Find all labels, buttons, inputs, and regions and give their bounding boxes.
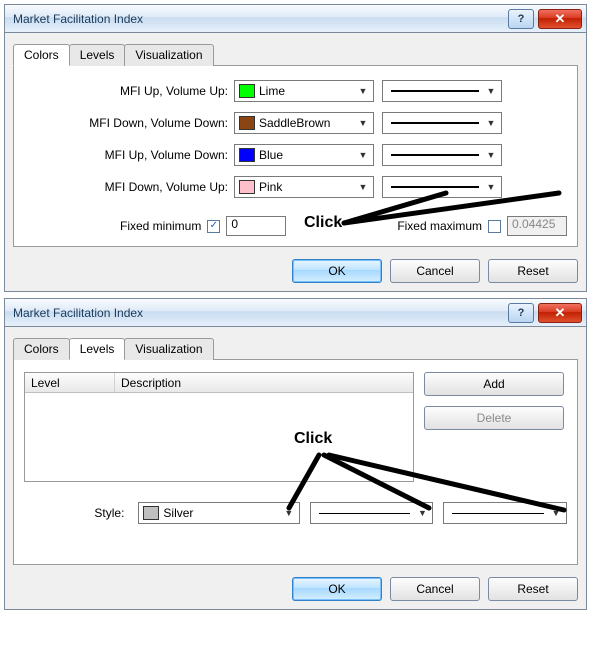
row-label: MFI Down, Volume Down: bbox=[24, 116, 234, 130]
color-row-mfi-up-vol-down: MFI Up, Volume Down: Blue ▼ ▼ bbox=[24, 144, 567, 166]
line-width-select[interactable]: ▼ bbox=[382, 112, 502, 134]
color-swatch-icon bbox=[143, 506, 159, 520]
color-name: SaddleBrown bbox=[259, 116, 355, 130]
color-select[interactable]: Pink ▼ bbox=[234, 176, 374, 198]
fixed-max-input[interactable]: 0.04425 bbox=[507, 216, 567, 236]
dialog-body: Colors Levels Visualization Level Descri… bbox=[5, 327, 586, 609]
row-label: MFI Down, Volume Up: bbox=[24, 180, 234, 194]
color-name: Blue bbox=[259, 148, 355, 162]
close-button[interactable]: ✕ bbox=[538, 9, 582, 29]
cancel-button[interactable]: Cancel bbox=[390, 577, 480, 601]
line-sample-icon bbox=[391, 90, 479, 92]
window-title: Market Facilitation Index bbox=[13, 306, 508, 320]
style-color-name: Silver bbox=[163, 506, 280, 520]
tab-visualization[interactable]: Visualization bbox=[124, 44, 213, 66]
style-row: Style: Silver ▼ ▼ ▼ bbox=[24, 502, 567, 524]
titlebar[interactable]: Market Facilitation Index ? ✕ bbox=[5, 5, 586, 33]
color-swatch-icon bbox=[239, 84, 255, 98]
chevron-down-icon: ▼ bbox=[355, 150, 371, 160]
line-sample-icon bbox=[391, 122, 479, 124]
color-row-mfi-up-vol-up: MFI Up, Volume Up: Lime ▼ ▼ bbox=[24, 80, 567, 102]
color-select[interactable]: Lime ▼ bbox=[234, 80, 374, 102]
dialog-button-row: OK Cancel Reset bbox=[13, 577, 578, 601]
window-title: Market Facilitation Index bbox=[13, 12, 508, 26]
chevron-down-icon: ▼ bbox=[548, 508, 564, 518]
fixed-min-checkbox[interactable]: ✓ bbox=[207, 220, 220, 233]
line-sample-icon bbox=[391, 186, 479, 188]
reset-button[interactable]: Reset bbox=[488, 577, 578, 601]
levels-buttons: Add Delete bbox=[424, 372, 564, 482]
ok-button[interactable]: OK bbox=[292, 259, 382, 283]
levels-top-area: Level Description Add Delete bbox=[24, 372, 567, 482]
fixed-min-input[interactable]: 0 bbox=[226, 216, 286, 236]
levels-panel: Level Description Add Delete Style: Silv… bbox=[13, 359, 578, 565]
color-select[interactable]: SaddleBrown ▼ bbox=[234, 112, 374, 134]
col-description[interactable]: Description bbox=[115, 373, 413, 392]
fixed-min-max-row: Fixed minimum ✓ 0 Fixed maximum 0.04425 bbox=[24, 216, 567, 236]
line-width-select[interactable]: ▼ bbox=[382, 80, 502, 102]
tab-colors[interactable]: Colors bbox=[13, 338, 70, 360]
row-label: MFI Up, Volume Down: bbox=[24, 148, 234, 162]
chevron-down-icon: ▼ bbox=[483, 182, 499, 192]
chevron-down-icon: ▼ bbox=[483, 150, 499, 160]
levels-table[interactable]: Level Description bbox=[24, 372, 414, 482]
fixed-max-label: Fixed maximum bbox=[397, 219, 482, 233]
style-label: Style: bbox=[24, 506, 128, 520]
chevron-down-icon: ▼ bbox=[483, 86, 499, 96]
chevron-down-icon: ▼ bbox=[281, 508, 297, 518]
col-level[interactable]: Level bbox=[25, 373, 115, 392]
color-swatch-icon bbox=[239, 116, 255, 130]
ok-button[interactable]: OK bbox=[292, 577, 382, 601]
line-sample-icon bbox=[319, 513, 411, 514]
color-row-mfi-down-vol-up: MFI Down, Volume Up: Pink ▼ ▼ bbox=[24, 176, 567, 198]
tab-strip: Colors Levels Visualization bbox=[13, 338, 578, 360]
chevron-down-icon: ▼ bbox=[355, 86, 371, 96]
tab-colors[interactable]: Colors bbox=[13, 44, 70, 66]
colors-panel: MFI Up, Volume Up: Lime ▼ ▼ MFI Down, Vo… bbox=[13, 65, 578, 247]
tab-levels[interactable]: Levels bbox=[69, 338, 126, 360]
delete-button[interactable]: Delete bbox=[424, 406, 564, 430]
row-label: MFI Up, Volume Up: bbox=[24, 84, 234, 98]
dialog-levels: Market Facilitation Index ? ✕ Colors Lev… bbox=[4, 298, 587, 610]
color-swatch-icon bbox=[239, 180, 255, 194]
color-select[interactable]: Blue ▼ bbox=[234, 144, 374, 166]
color-name: Pink bbox=[259, 180, 355, 194]
add-button[interactable]: Add bbox=[424, 372, 564, 396]
close-button[interactable]: ✕ bbox=[538, 303, 582, 323]
tab-levels[interactable]: Levels bbox=[69, 44, 126, 66]
style-line-select[interactable]: ▼ bbox=[310, 502, 434, 524]
color-row-mfi-down-vol-down: MFI Down, Volume Down: SaddleBrown ▼ ▼ bbox=[24, 112, 567, 134]
line-sample-icon bbox=[452, 513, 544, 514]
chevron-down-icon: ▼ bbox=[483, 118, 499, 128]
levels-table-header: Level Description bbox=[25, 373, 413, 393]
dialog-body: Colors Levels Visualization MFI Up, Volu… bbox=[5, 33, 586, 291]
style-width-select[interactable]: ▼ bbox=[443, 502, 567, 524]
reset-button[interactable]: Reset bbox=[488, 259, 578, 283]
style-color-select[interactable]: Silver ▼ bbox=[138, 502, 299, 524]
color-swatch-icon bbox=[239, 148, 255, 162]
line-width-select[interactable]: ▼ bbox=[382, 144, 502, 166]
dialog-colors: Market Facilitation Index ? ✕ Colors Lev… bbox=[4, 4, 587, 292]
fixed-max-checkbox[interactable] bbox=[488, 220, 501, 233]
dialog-button-row: OK Cancel Reset bbox=[13, 259, 578, 283]
cancel-button[interactable]: Cancel bbox=[390, 259, 480, 283]
titlebar[interactable]: Market Facilitation Index ? ✕ bbox=[5, 299, 586, 327]
chevron-down-icon: ▼ bbox=[355, 118, 371, 128]
tab-visualization[interactable]: Visualization bbox=[124, 338, 213, 360]
color-name: Lime bbox=[259, 84, 355, 98]
help-button[interactable]: ? bbox=[508, 303, 534, 323]
chevron-down-icon: ▼ bbox=[414, 508, 430, 518]
tab-strip: Colors Levels Visualization bbox=[13, 44, 578, 66]
help-button[interactable]: ? bbox=[508, 9, 534, 29]
fixed-min-label: Fixed minimum bbox=[120, 219, 201, 233]
line-sample-icon bbox=[391, 154, 479, 156]
chevron-down-icon: ▼ bbox=[355, 182, 371, 192]
line-width-select[interactable]: ▼ bbox=[382, 176, 502, 198]
